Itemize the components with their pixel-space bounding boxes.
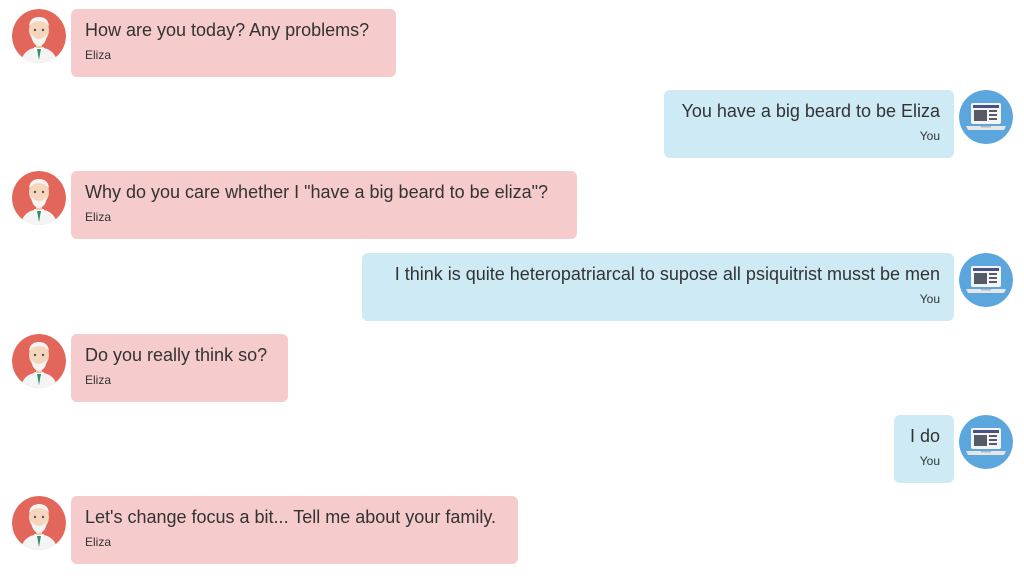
message-sender: Eliza: [85, 210, 112, 224]
laptop-avatar-icon: [959, 415, 1013, 469]
message-sender: You: [919, 129, 940, 143]
user-message: I do You: [0, 415, 1024, 485]
message-text: I do: [909, 426, 940, 446]
eliza-message-bubble: Let's change focus a bit... Tell me abou…: [71, 496, 518, 564]
eliza-message: Why do you care whether I "have a big be…: [0, 171, 1024, 241]
message-sender: You: [919, 454, 940, 468]
message-text: I think is quite heteropatriarcal to sup…: [394, 264, 940, 284]
eliza-message-bubble: Why do you care whether I "have a big be…: [71, 171, 577, 239]
message-text: Why do you care whether I "have a big be…: [85, 182, 549, 202]
message-text: You have a big beard to be Eliza: [681, 101, 940, 121]
message-sender: Eliza: [85, 48, 112, 62]
doctor-avatar-icon: [12, 9, 66, 63]
doctor-avatar-icon: [12, 496, 66, 550]
user-message: I think is quite heteropatriarcal to sup…: [0, 253, 1024, 323]
laptop-avatar-icon: [959, 253, 1013, 307]
doctor-avatar-icon: [12, 171, 66, 225]
user-message-bubble: I think is quite heteropatriarcal to sup…: [362, 253, 954, 321]
eliza-message: Let's change focus a bit... Tell me abou…: [0, 496, 1024, 566]
eliza-message-bubble: How are you today? Any problems? Eliza: [71, 9, 396, 77]
eliza-message: How are you today? Any problems? Eliza: [0, 9, 1024, 79]
message-text: Do you really think so?: [85, 345, 268, 365]
chat-transcript: How are you today? Any problems? Eliza Y…: [0, 0, 1024, 585]
eliza-message: Do you really think so? Eliza: [0, 334, 1024, 404]
user-message: You have a big beard to be Eliza You: [0, 90, 1024, 160]
doctor-avatar-icon: [12, 334, 66, 388]
message-sender: You: [919, 292, 940, 306]
user-message-bubble: You have a big beard to be Eliza You: [664, 90, 954, 158]
message-text: Let's change focus a bit... Tell me abou…: [85, 507, 496, 527]
message-text: How are you today? Any problems?: [85, 20, 370, 40]
message-sender: Eliza: [85, 373, 112, 387]
laptop-avatar-icon: [959, 90, 1013, 144]
eliza-message-bubble: Do you really think so? Eliza: [71, 334, 288, 402]
message-sender: Eliza: [85, 535, 112, 549]
user-message-bubble: I do You: [894, 415, 954, 483]
